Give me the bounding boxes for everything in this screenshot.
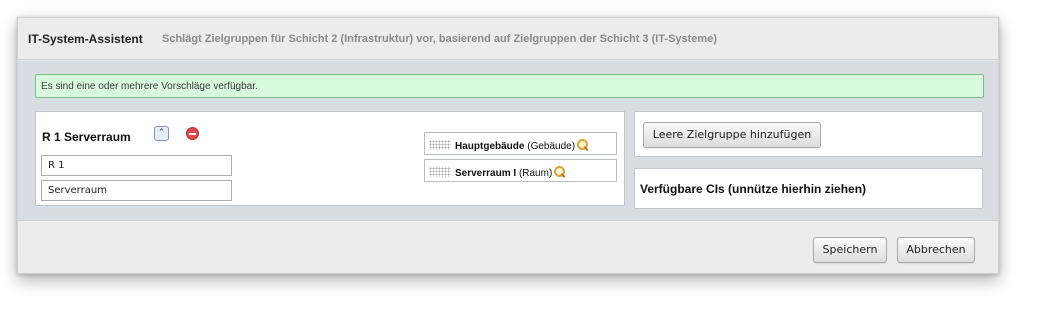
it-system-assistant-dialog: IT-System-Assistent Schlägt Zielgruppen …: [17, 17, 999, 274]
dialog-header: IT-System-Assistent Schlägt Zielgruppen …: [18, 18, 998, 60]
ci-item-text: Serverraum I (Raum): [455, 166, 566, 179]
add-group-panel: Leere Zielgruppe hinzufügen: [634, 111, 983, 157]
target-group-title: R 1 Serverraum: [42, 130, 131, 144]
dialog-footer: Speichern Abbrechen: [18, 220, 998, 273]
info-message-text: Es sind eine oder mehrere Vorschläge ver…: [41, 81, 258, 92]
ci-type: (Raum): [518, 168, 553, 179]
magnifier-icon[interactable]: [554, 166, 566, 178]
ci-item-hauptgebaeude[interactable]: Hauptgebäude (Gebäude): [424, 132, 617, 155]
dialog-content: Es sind eine oder mehrere Vorschläge ver…: [18, 61, 998, 220]
name-field[interactable]: [41, 180, 232, 201]
target-group-panel: R 1 Serverraum ⌃ Hauptgebäude (Gebäude) …: [35, 111, 625, 206]
dialog-subtitle: Schlägt Zielgruppen für Schicht 2 (Infra…: [162, 33, 717, 45]
drag-handle-icon[interactable]: [429, 167, 451, 177]
ci-item-text: Hauptgebäude (Gebäude): [455, 139, 589, 152]
add-empty-group-button[interactable]: Leere Zielgruppe hinzufügen: [643, 122, 821, 148]
ci-name: Serverraum I: [455, 168, 517, 179]
cancel-button[interactable]: Abbrechen: [897, 237, 975, 263]
save-button[interactable]: Speichern: [813, 237, 887, 263]
info-message: Es sind eine oder mehrere Vorschläge ver…: [35, 74, 984, 98]
available-cis-dropzone[interactable]: Verfügbare CIs (unnütze hierhin ziehen): [634, 168, 983, 209]
drag-handle-icon[interactable]: [429, 140, 451, 150]
dialog-title: IT-System-Assistent: [28, 32, 143, 46]
ci-item-serverraum-i[interactable]: Serverraum I (Raum): [424, 159, 617, 182]
ci-type: (Gebäude): [527, 141, 576, 152]
double-chevron-up-icon[interactable]: ⌃: [154, 126, 169, 141]
available-cis-label: Verfügbare CIs (unnütze hierhin ziehen): [640, 182, 867, 196]
short-name-field[interactable]: [41, 155, 232, 176]
magnifier-icon[interactable]: [577, 139, 589, 151]
ci-name: Hauptgebäude: [455, 141, 525, 152]
minus-circle-icon[interactable]: [186, 127, 199, 140]
